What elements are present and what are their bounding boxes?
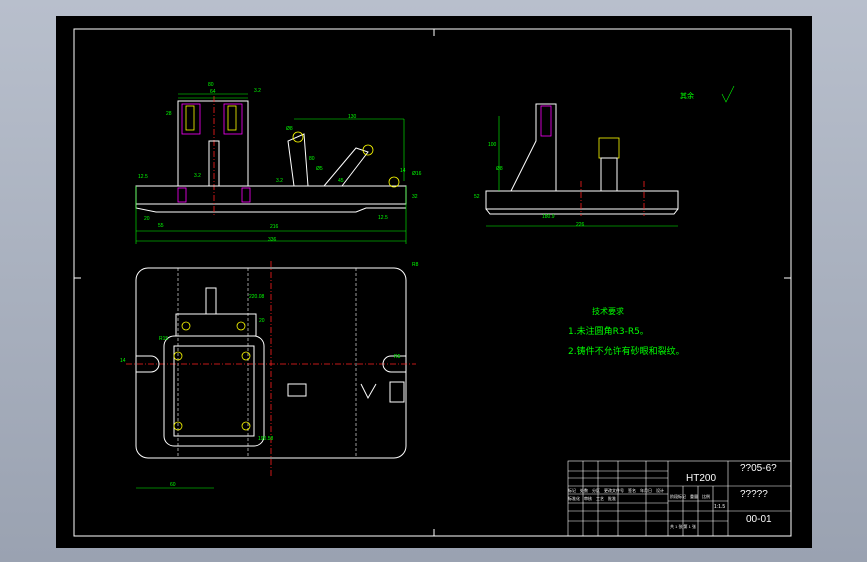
scale-label: 1:1.5 xyxy=(714,504,726,510)
tb-cell: 标准化 xyxy=(568,496,580,501)
sheet-count: 共 1 张 第 1 张 xyxy=(670,524,697,529)
side-view xyxy=(485,103,679,227)
notes-heading: 技术要求 xyxy=(592,307,624,316)
tb-cell: 工艺 xyxy=(596,496,604,501)
dim-label: 32 xyxy=(412,194,418,200)
dim-label: 336 xyxy=(268,237,277,243)
drawing-sheet: 其余 技术要求 1.未注圆角R3-R5。 2.铸件不允许有砂眼和裂纹。 HT20… xyxy=(56,16,812,548)
tb-cell: 更改文件号 xyxy=(604,488,624,493)
dim-label: 14 xyxy=(400,168,406,174)
dim-label: 3.2 xyxy=(254,88,261,94)
title-block-stage: 阶段标记 重量 比例 xyxy=(670,494,710,500)
tb-cell: 比例 xyxy=(702,494,710,499)
drawing-number: ??05-6? xyxy=(740,463,777,474)
dim-label: 60 xyxy=(170,482,176,488)
title-block-cells: 标记 处数 分区 更改文件号 签名 年月日 设计 标准化 审核 工艺 批准 xyxy=(568,488,668,502)
dim-label: 190.58 xyxy=(258,436,274,442)
tb-cell: 处数 xyxy=(580,488,588,493)
part-name: ????? xyxy=(740,489,768,500)
notes-line-1: 1.未注圆角R3-R5。 xyxy=(568,327,649,337)
dim-label: 180.9 xyxy=(542,214,555,220)
dim-label: Ø16 xyxy=(412,171,422,177)
dim-label: 28 xyxy=(166,111,172,117)
dim-label: 80 xyxy=(208,82,214,88)
dim-label: R8 xyxy=(412,262,419,268)
dim-label: 3.2 xyxy=(194,173,201,179)
drawing-canvas xyxy=(73,28,792,537)
dim-label: 100 xyxy=(488,142,497,148)
dim-label: 52 xyxy=(474,194,480,200)
tb-cell: 签名 xyxy=(628,488,636,493)
dim-label: 80 xyxy=(309,156,315,162)
material-label: HT200 xyxy=(686,473,717,484)
part-code: 00-01 xyxy=(746,514,772,525)
tb-cell: 批准 xyxy=(608,496,616,501)
dim-label: Ø5 xyxy=(316,166,323,172)
dim-label: 130 xyxy=(348,114,357,120)
tb-cell: 标记 xyxy=(568,488,576,493)
dim-label: 45 xyxy=(338,178,344,184)
cad-viewport[interactable]: 其余 技术要求 1.未注圆角R3-R5。 2.铸件不允许有砂眼和裂纹。 HT20… xyxy=(0,0,867,562)
dim-label: 3.2 xyxy=(276,178,283,184)
dim-label: 55 xyxy=(158,223,164,229)
drawing-border xyxy=(73,28,792,537)
dim-label: R15 xyxy=(159,336,169,342)
tb-cell: 审核 xyxy=(584,496,592,501)
dim-label: 216 xyxy=(270,224,279,230)
dim-label: 20 xyxy=(144,216,150,222)
dim-label: 64 xyxy=(210,89,216,95)
dim-label: 20 xyxy=(259,318,265,324)
dim-label: 12.5 xyxy=(378,215,388,221)
dim-label: 226 xyxy=(576,222,585,228)
front-view xyxy=(135,93,407,244)
tb-cell: 年月日 xyxy=(640,488,652,493)
tb-cell: 分区 xyxy=(592,488,600,493)
dim-label: R5 xyxy=(394,354,401,360)
dim-label: Ø8 xyxy=(496,166,503,172)
notes-line-2: 2.铸件不允许有砂眼和裂纹。 xyxy=(568,347,685,357)
tb-cell: 阶段标记 xyxy=(670,494,686,499)
dim-label: 220.08 xyxy=(249,294,265,300)
roughness-label: 其余 xyxy=(680,92,694,100)
dim-label: Ø8 xyxy=(286,126,293,132)
tb-cell: 重量 xyxy=(690,494,698,499)
roughness-check-icon xyxy=(721,85,735,103)
dim-label: 14 xyxy=(120,358,126,364)
dim-label: 12.5 xyxy=(138,174,148,180)
plan-view xyxy=(126,261,416,489)
tb-cell: 设计 xyxy=(656,488,664,493)
